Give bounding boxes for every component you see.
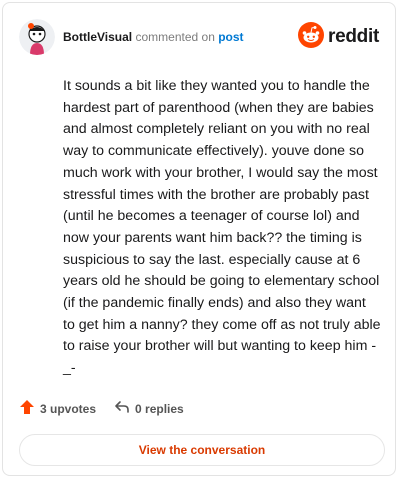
upvotes-button[interactable]: 3 upvotes (19, 399, 96, 418)
upvotes-label: 3 upvotes (40, 401, 97, 416)
username-link[interactable]: BottleVisual (63, 30, 132, 44)
reddit-brand[interactable]: reddit (298, 21, 379, 53)
comment-header: BottleVisual commented on post reddit (19, 17, 379, 57)
comment-actions: 3 upvotes 0 replies (19, 399, 184, 418)
post-link[interactable]: post (218, 30, 243, 44)
view-conversation-button[interactable]: View the conversation (19, 434, 385, 466)
reddit-snoo-icon (298, 21, 325, 53)
comment-meta: BottleVisual commented on post (63, 30, 244, 44)
comment-body: It sounds a bit like they wanted you to … (63, 78, 381, 377)
replies-label: 0 replies (135, 401, 184, 416)
upvote-arrow-icon (19, 399, 40, 418)
replies-button[interactable]: 0 replies (114, 399, 184, 418)
action-text: commented on (135, 30, 215, 44)
reddit-wordmark: reddit (328, 26, 379, 47)
user-avatar-icon[interactable] (19, 19, 55, 55)
comment-embed-card: BottleVisual commented on post reddit It… (2, 2, 396, 476)
reply-icon (114, 399, 135, 418)
